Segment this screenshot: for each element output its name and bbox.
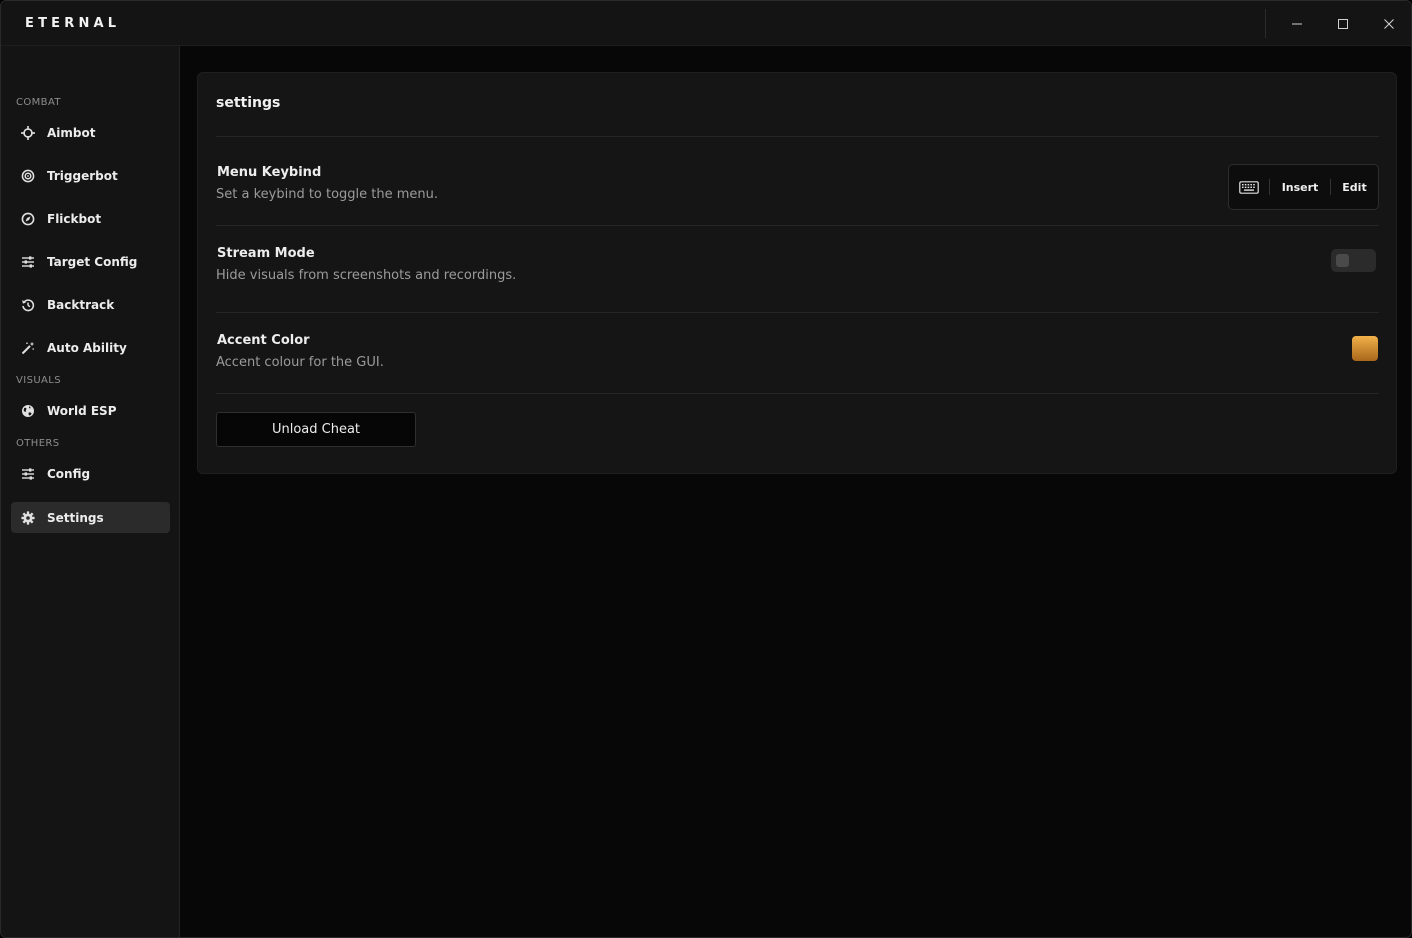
target-icon xyxy=(20,168,36,184)
divider xyxy=(216,225,1379,226)
minimize-button[interactable] xyxy=(1279,9,1315,38)
titlebar-separator xyxy=(1265,9,1266,38)
sidebar-item-settings[interactable]: Settings xyxy=(11,502,170,533)
history-icon xyxy=(20,297,36,313)
sidebar-item-label: World ESP xyxy=(47,403,117,418)
sliders-icon xyxy=(20,254,36,270)
divider xyxy=(216,393,1379,394)
toggle-knob xyxy=(1336,254,1349,267)
menu-keybind-title: Menu Keybind xyxy=(217,165,322,180)
menu-keybind-description: Set a keybind to toggle the menu. xyxy=(216,187,439,202)
sidebar-item-target-config[interactable]: Target Config xyxy=(11,246,170,277)
sidebar-item-flickbot[interactable]: Flickbot xyxy=(11,203,170,234)
accent-color-title: Accent Color xyxy=(217,333,310,348)
app-brand: ETERNAL xyxy=(25,16,121,31)
sidebar-item-label: Backtrack xyxy=(47,297,115,312)
keybind-control[interactable]: Insert Edit xyxy=(1228,164,1379,210)
gear-icon xyxy=(20,510,36,526)
accent-color-description: Accent colour for the GUI. xyxy=(216,355,384,370)
globe-icon xyxy=(20,403,36,419)
sidebar-item-auto-ability[interactable]: Auto Ability xyxy=(11,332,170,363)
keyboard-icon xyxy=(1229,180,1269,194)
crosshair-icon xyxy=(20,125,36,141)
divider xyxy=(216,312,1379,313)
sidebar: COMBAT Aimbot Triggerbot Flickbot Target… xyxy=(1,46,180,937)
sidebar-item-config[interactable]: Config xyxy=(11,458,170,489)
unload-cheat-button[interactable]: Unload Cheat xyxy=(216,412,416,447)
edit-keybind-button[interactable]: Edit xyxy=(1331,181,1378,194)
close-icon xyxy=(1384,18,1394,29)
sidebar-item-world-esp[interactable]: World ESP xyxy=(11,395,170,426)
section-label-combat: COMBAT xyxy=(16,97,61,108)
sidebar-item-aimbot[interactable]: Aimbot xyxy=(11,117,170,148)
sidebar-item-label: Settings xyxy=(47,510,104,525)
accent-color-swatch[interactable] xyxy=(1352,336,1378,361)
sidebar-item-label: Triggerbot xyxy=(47,168,118,183)
sidebar-item-label: Flickbot xyxy=(47,211,102,226)
sidebar-item-label: Auto Ability xyxy=(47,340,127,355)
sliders-icon xyxy=(20,466,36,482)
section-label-visuals: VISUALS xyxy=(16,375,62,386)
app-window: ETERNAL COMBAT Aimbot Triggerbot Flickbo… xyxy=(0,0,1412,938)
compass-icon xyxy=(20,211,36,227)
maximize-icon xyxy=(1338,18,1348,29)
divider xyxy=(216,136,1379,137)
title-bar[interactable]: ETERNAL xyxy=(1,1,1411,46)
stream-mode-title: Stream Mode xyxy=(217,246,315,261)
stream-mode-toggle[interactable] xyxy=(1331,249,1376,272)
section-label-others: OTHERS xyxy=(16,438,60,449)
sidebar-item-label: Target Config xyxy=(47,254,138,269)
maximize-button[interactable] xyxy=(1325,9,1361,38)
page-title: settings xyxy=(216,95,281,111)
sidebar-item-label: Aimbot xyxy=(47,125,96,140)
magic-wand-icon xyxy=(20,340,36,356)
minimize-icon xyxy=(1292,23,1302,24)
sidebar-item-backtrack[interactable]: Backtrack xyxy=(11,289,170,320)
settings-panel: settings Menu Keybind Set a keybind to t… xyxy=(197,72,1397,474)
keybind-value: Insert xyxy=(1281,180,1319,194)
close-button[interactable] xyxy=(1371,9,1407,38)
sidebar-item-label: Config xyxy=(47,466,91,481)
sidebar-item-triggerbot[interactable]: Triggerbot xyxy=(11,160,170,191)
stream-mode-description: Hide visuals from screenshots and record… xyxy=(216,268,517,283)
